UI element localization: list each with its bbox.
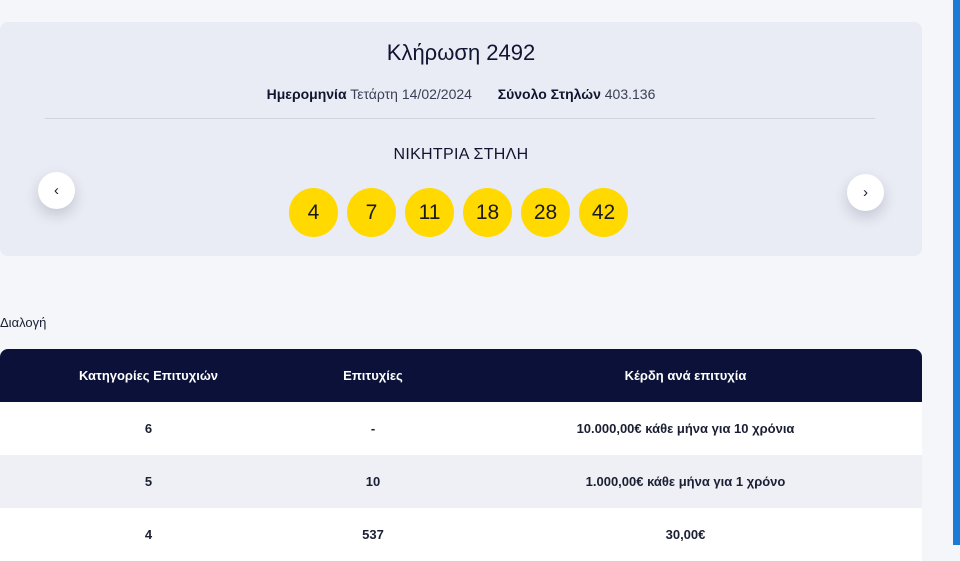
header-categories: Κατηγορίες Επιτυχιών [78,368,219,383]
chevron-left-icon: ‹ [54,182,59,199]
date-label: Ημερομηνία [266,86,347,102]
winners-cell: 10 [365,474,381,489]
draw-card: Κλήρωση 2492 Ημερομηνία Τετάρτη 14/02/20… [0,22,922,256]
winners-cell: 537 [362,527,384,542]
section-title: Διαλογή [0,315,47,330]
previous-draw-button[interactable]: ‹ [38,172,75,209]
draw-meta: Ημερομηνία Τετάρτη 14/02/2024 Σύνολο Στη… [0,86,922,102]
number-ball: 11 [405,188,454,237]
number-ball: 18 [463,188,512,237]
total-value: 403.136 [604,86,656,102]
category-cell: 6 [144,421,153,436]
number-ball: 28 [521,188,570,237]
next-draw-button[interactable]: › [847,174,884,211]
scrollbar[interactable] [953,0,960,545]
winning-column-label: ΝΙΚΗΤΡΙΑ ΣΤΗΛΗ [393,146,529,163]
number-ball: 42 [579,188,628,237]
category-cell: 5 [144,474,153,489]
date-value: Τετάρτη 14/02/2024 [350,86,472,102]
divider [45,118,875,119]
header-winners: Επιτυχίες [343,368,403,383]
header-prize: Κέρδη ανά επιτυχία [624,368,747,383]
table-row: 4 537 30,00€ [0,508,922,561]
prize-cell: 30,00€ [665,527,706,542]
chevron-right-icon: › [863,184,868,201]
number-ball: 4 [289,188,338,237]
category-cell: 4 [144,527,153,542]
winners-cell: - [370,421,376,436]
draw-title: Κλήρωση 2492 [386,40,536,65]
prize-cell: 10.000,00€ κάθε μήνα για 10 χρόνια [576,421,795,436]
table-header-row: Κατηγορίες Επιτυχιών Επιτυχίες Κέρδη ανά… [0,349,922,402]
table-row: 5 10 1.000,00€ κάθε μήνα για 1 χρόνο [0,455,922,508]
number-ball: 7 [347,188,396,237]
prize-cell: 1.000,00€ κάθε μήνα για 1 χρόνο [585,474,786,489]
total-label: Σύνολο Στηλών [497,86,601,102]
winning-numbers: 4 7 11 18 28 42 [289,188,628,237]
prize-table: Κατηγορίες Επιτυχιών Επιτυχίες Κέρδη ανά… [0,349,922,561]
table-row: 6 - 10.000,00€ κάθε μήνα για 10 χρόνια [0,402,922,455]
